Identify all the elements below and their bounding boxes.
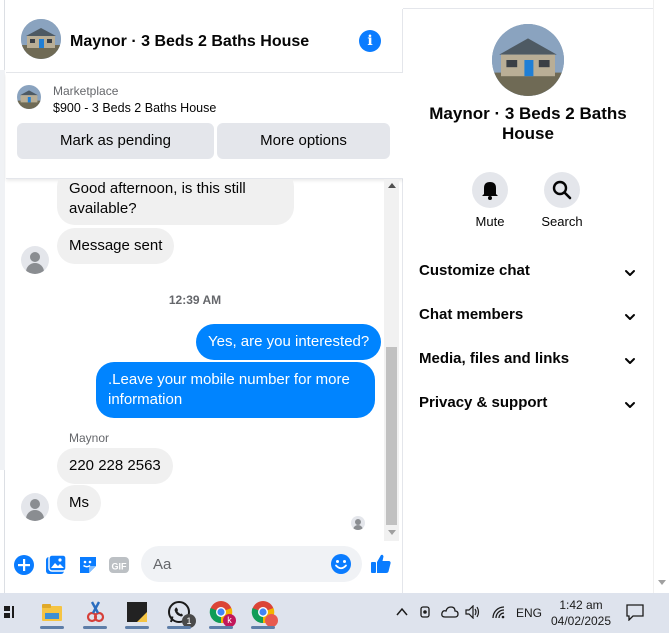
chevron-down-icon	[625, 358, 635, 364]
gif-icon[interactable]: GIF	[108, 554, 130, 576]
sticker-icon[interactable]	[77, 554, 99, 576]
avatar[interactable]	[21, 246, 49, 274]
show-hidden-icons-chevron-icon[interactable]	[396, 607, 408, 617]
section-label: Chat members	[419, 306, 524, 323]
wifi-icon[interactable]	[491, 605, 507, 619]
section-label: Media, files and links	[419, 350, 570, 367]
message-bubble[interactable]: 220 228 2563	[57, 448, 173, 484]
seen-indicator-avatar	[351, 516, 365, 530]
clock[interactable]: 1:42 am 04/02/2025	[542, 597, 620, 629]
camera-mic-icon[interactable]	[418, 605, 432, 619]
section-media-files-links[interactable]: Media, files and links	[419, 350, 637, 374]
mute-label: Mute	[475, 214, 505, 229]
left-edge	[0, 70, 5, 470]
house-avatar-large[interactable]	[492, 24, 564, 96]
task-view-icon[interactable]	[0, 597, 26, 629]
photo-icon[interactable]	[45, 554, 67, 576]
clock-date: 04/02/2025	[550, 614, 612, 628]
emoji-icon[interactable]	[330, 553, 352, 575]
chevron-down-icon	[625, 314, 635, 320]
notifications-icon[interactable]	[626, 604, 644, 621]
scroll-up-arrow-icon[interactable]	[388, 183, 396, 188]
bell-icon[interactable]	[472, 172, 508, 208]
house-avatar[interactable]	[21, 19, 61, 59]
section-label: Customize chat	[419, 262, 530, 279]
composer: GIF	[6, 541, 403, 593]
chat-panel: Maynor · 3 Beds 2 Baths House i Marketpl…	[6, 9, 403, 593]
section-customize-chat[interactable]: Customize chat	[419, 262, 637, 286]
screen: Maynor · 3 Beds 2 Baths House i Marketpl…	[0, 0, 669, 633]
scroll-down-arrow-icon[interactable]	[388, 530, 396, 535]
info-title: Maynor · 3 Beds 2 Baths House	[429, 104, 627, 143]
language-indicator[interactable]: ENG	[516, 606, 542, 620]
avatar[interactable]	[21, 493, 49, 521]
more-options-button[interactable]: More options	[217, 123, 390, 159]
section-chat-members[interactable]: Chat members	[419, 306, 637, 330]
chat-title[interactable]: Maynor · 3 Beds 2 Baths House	[70, 33, 309, 51]
listing-title[interactable]: $900 - 3 Beds 2 Baths House	[53, 101, 216, 115]
chat-info-panel: Maynor · 3 Beds 2 Baths House Mute Searc…	[403, 9, 653, 593]
chevron-down-icon	[625, 270, 635, 276]
chat-header: Maynor · 3 Beds 2 Baths House i	[6, 9, 403, 73]
mute-button[interactable]: Mute	[455, 172, 525, 229]
search-label: Search	[541, 214, 583, 229]
search-icon[interactable]	[544, 172, 580, 208]
section-privacy-support[interactable]: Privacy & support	[419, 394, 637, 418]
chevron-down-icon	[625, 402, 635, 408]
mark-as-pending-button[interactable]: Mark as pending	[17, 123, 214, 159]
chrome-icon[interactable]	[246, 597, 280, 629]
onedrive-cloud-icon[interactable]	[441, 606, 459, 618]
scroll-thumb[interactable]	[386, 347, 397, 525]
message-input[interactable]	[141, 546, 362, 582]
section-label: Privacy & support	[419, 394, 548, 411]
clock-time: 1:42 am	[559, 598, 603, 612]
scroll-down-arrow-icon[interactable]	[658, 580, 666, 585]
taskbar: 1 k ENG 1:42 am 04/02/2025	[0, 593, 669, 633]
message-bubble[interactable]: Message sent	[57, 228, 175, 264]
like-icon[interactable]	[369, 552, 393, 576]
marketplace-card: Marketplace $900 - 3 Beds 2 Baths House …	[6, 73, 403, 179]
plus-icon[interactable]	[13, 554, 35, 576]
info-icon[interactable]: i	[359, 30, 381, 52]
chrome-profile-k-icon[interactable]: k	[204, 597, 238, 629]
marketplace-label: Marketplace	[53, 84, 119, 98]
page-scrollbar[interactable]	[653, 0, 669, 593]
volume-icon[interactable]	[465, 605, 481, 619]
message-bubble[interactable]: Ms	[57, 485, 101, 521]
message-bubble[interactable]: Good afternoon, is this still available?	[57, 179, 294, 225]
file-explorer-icon[interactable]	[35, 597, 69, 629]
sender-name: Maynor	[69, 431, 110, 445]
listing-thumbnail[interactable]	[17, 85, 41, 109]
search-button[interactable]: Search	[527, 172, 597, 229]
message-bubble-outgoing[interactable]: .Leave your mobile number for more infor…	[96, 362, 375, 418]
sticky-notes-icon[interactable]	[120, 597, 154, 629]
timestamp: 12:39 AM	[168, 293, 222, 307]
snipping-tool-icon[interactable]	[78, 597, 112, 629]
message-scrollbar[interactable]	[384, 179, 399, 541]
message-bubble-outgoing[interactable]: Yes, are you interested?	[196, 324, 382, 360]
message-list: Good afternoon, is this still available?…	[6, 179, 384, 541]
svg-text:GIF: GIF	[112, 562, 128, 572]
whatsapp-icon[interactable]: 1	[162, 597, 196, 629]
